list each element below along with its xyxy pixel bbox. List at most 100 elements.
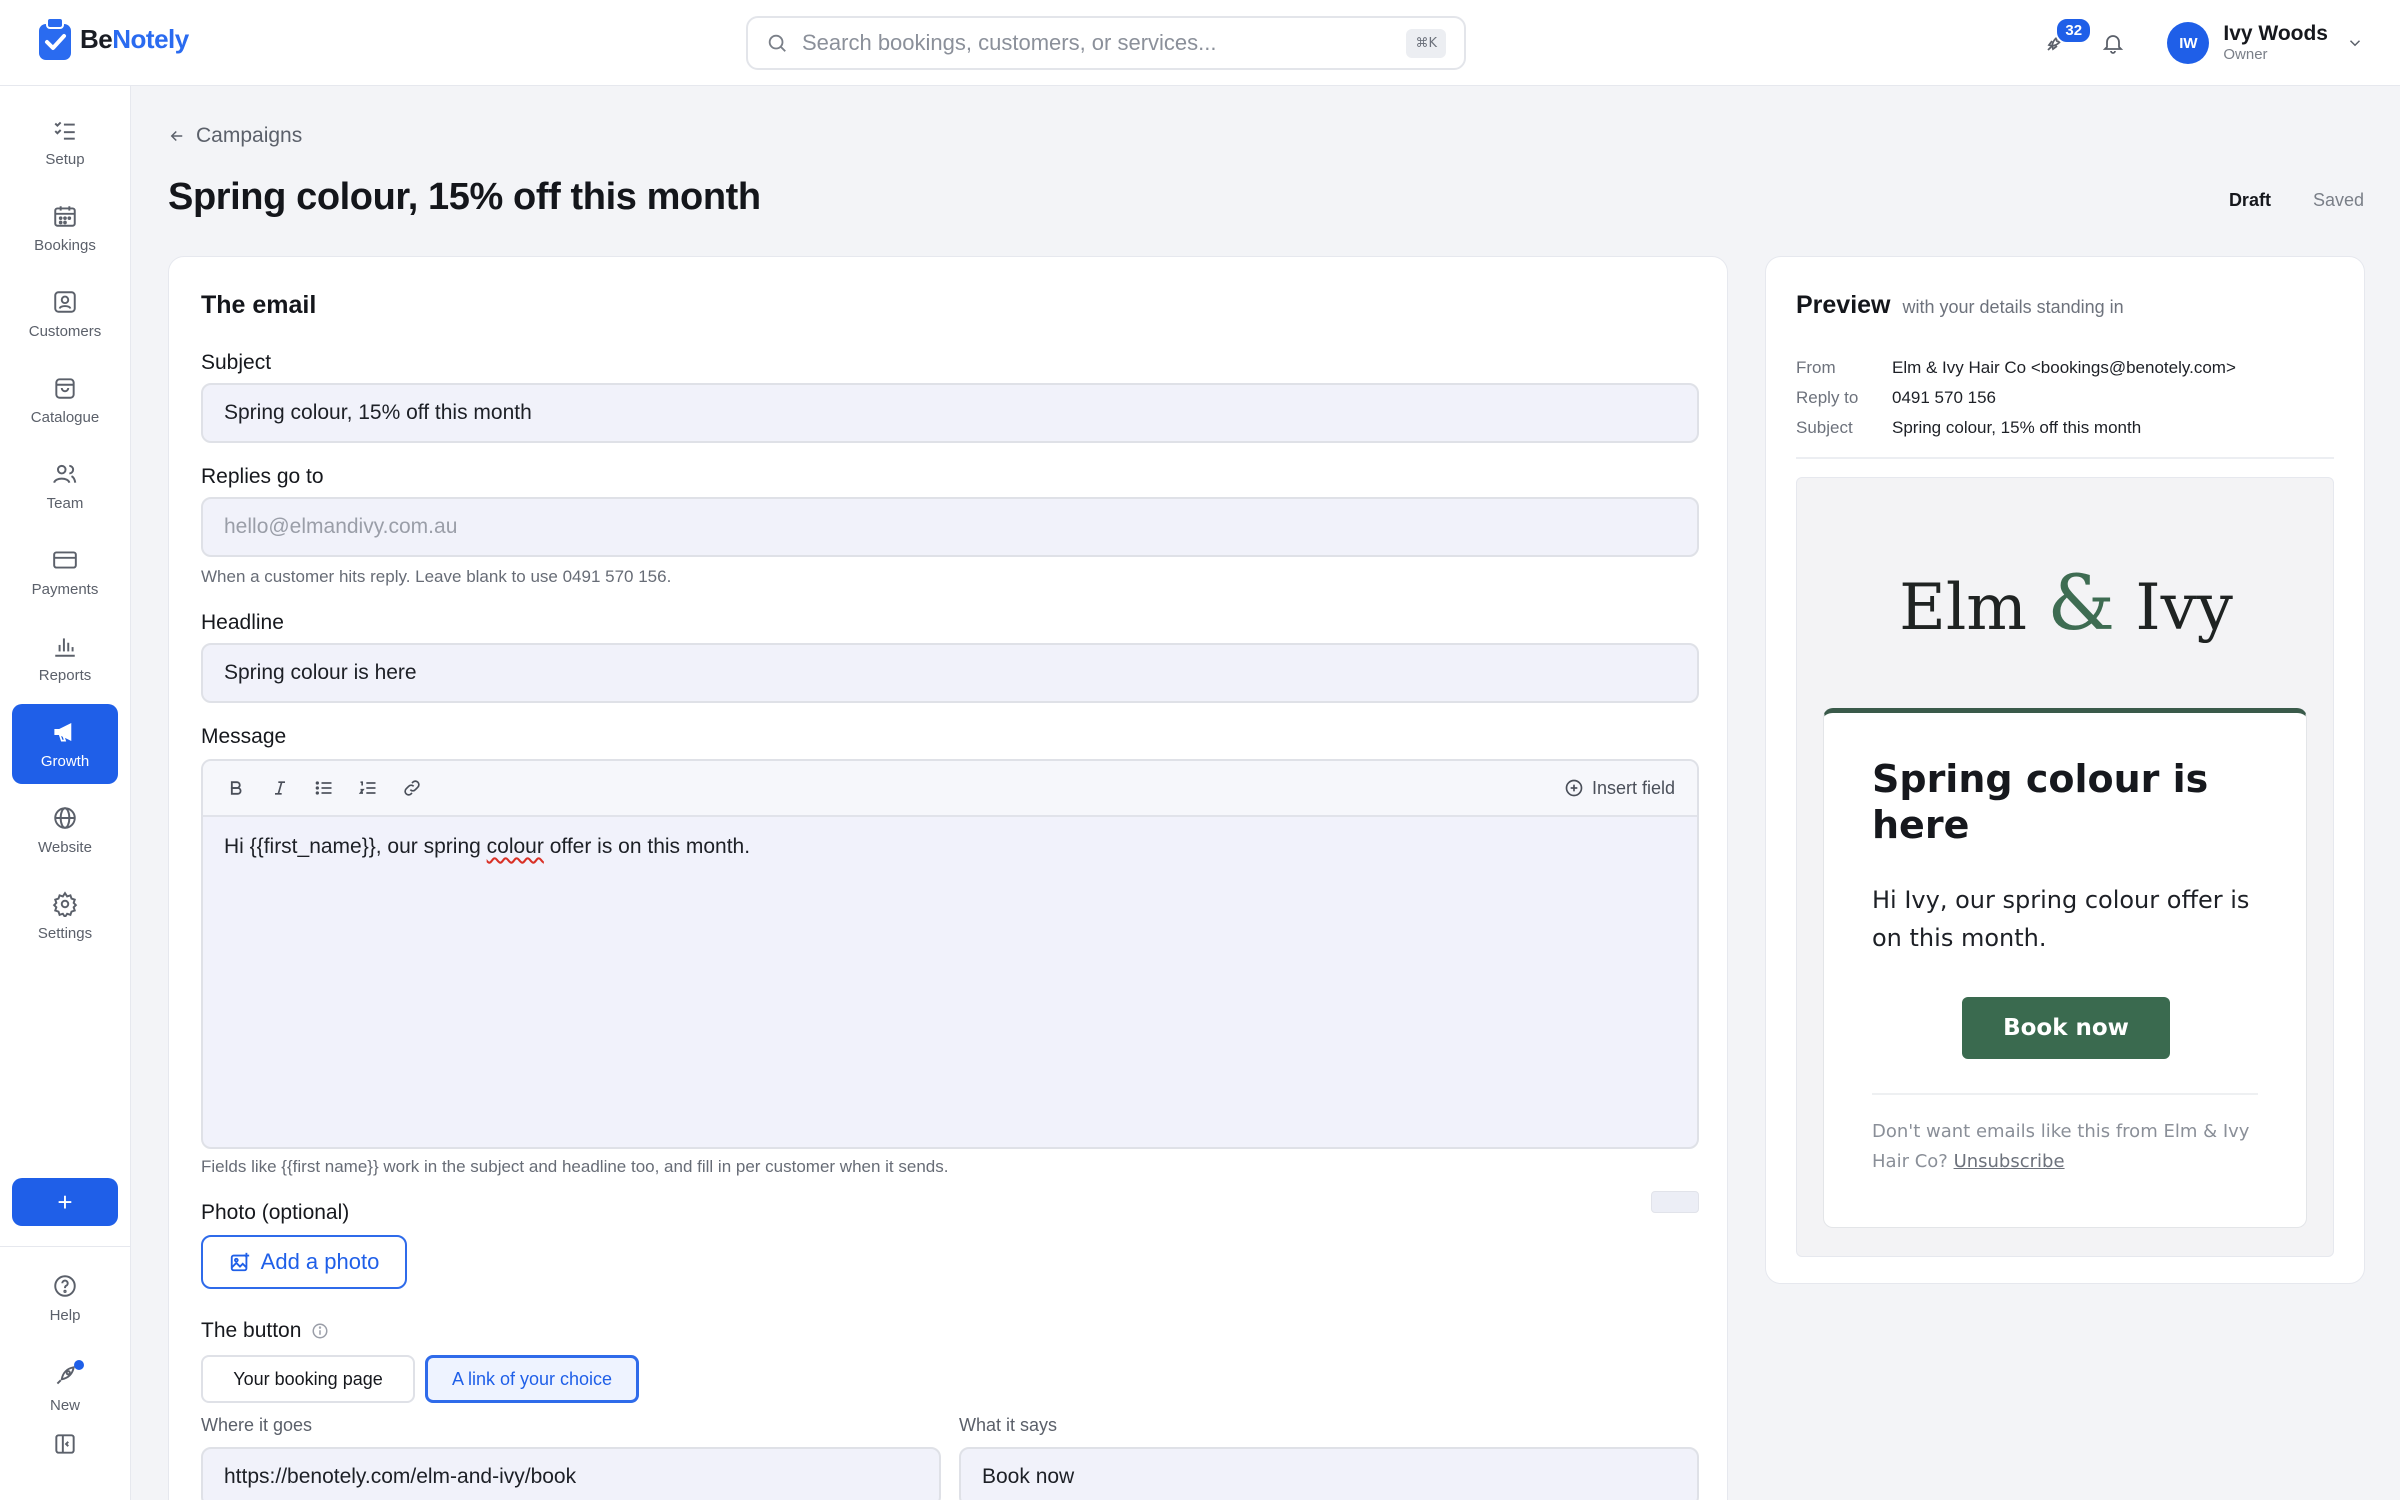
bullet-list-icon[interactable]	[313, 777, 335, 799]
user-role: Owner	[2223, 46, 2268, 64]
status-draft[interactable]: Draft	[2229, 190, 2271, 211]
preview-title: Preview	[1796, 291, 1891, 319]
unsubscribe-link[interactable]: Unsubscribe	[1954, 1151, 2065, 1172]
whats-new-button[interactable]: 32	[2033, 17, 2093, 65]
status-tabs: Draft Saved	[2229, 190, 2364, 211]
sidebar-item-settings[interactable]: Settings	[12, 876, 118, 956]
add-photo-button[interactable]: Add a photo	[201, 1235, 407, 1289]
sidebar-item-label: Help	[49, 1306, 81, 1324]
sidebar-item-bookings[interactable]: Bookings	[12, 188, 118, 268]
button-option-booking-page[interactable]: Your booking page	[201, 1355, 415, 1403]
shopping-bag-icon	[55, 377, 75, 399]
button-option-custom-link[interactable]: A link of your choice	[425, 1355, 639, 1403]
search-shortcut: ⌘K	[1406, 28, 1446, 58]
user-menu[interactable]: IW Ivy Woods Owner	[2167, 22, 2364, 64]
italic-icon[interactable]	[269, 777, 291, 799]
chevron-down-icon	[2349, 40, 2361, 47]
where-input[interactable]: https://benotely.com/elm-and-ivy/book	[201, 1447, 941, 1500]
resize-handle[interactable]	[1651, 1191, 1699, 1213]
sidebar-item-help[interactable]: Help	[12, 1258, 118, 1338]
sidebar-item-label: Bookings	[34, 236, 96, 254]
from-key: From	[1796, 358, 1836, 377]
gear-icon	[52, 890, 78, 917]
sidebar-item-reports[interactable]: Reports	[12, 618, 118, 698]
page-title: Spring colour, 15% off this month	[168, 176, 761, 218]
notifications-button[interactable]	[2091, 21, 2135, 65]
replies-input[interactable]: hello@elmandivy.com.au	[201, 497, 1699, 557]
sidebar-toggle-icon	[55, 1434, 75, 1454]
back-link-label: Campaigns	[196, 124, 303, 147]
email-preview-frame: Elm & Ivy Spring colour is here Hi Ivy, …	[1796, 477, 2334, 1257]
search-icon	[768, 34, 786, 52]
bell-icon	[2103, 35, 2124, 54]
credit-card-icon	[53, 550, 77, 569]
sidebar-item-payments[interactable]: Payments	[12, 532, 118, 612]
sidebar-item-label: Growth	[40, 752, 90, 770]
message-label: Message	[201, 725, 287, 748]
sidebar-item-customers[interactable]: Customers	[12, 274, 118, 354]
sidebar-item-label: New	[49, 1396, 80, 1414]
bold-icon[interactable]	[225, 777, 247, 799]
where-label: Where it goes	[201, 1415, 313, 1435]
sidebar-item-label: Catalogue	[30, 408, 100, 426]
avatar: IW	[2167, 22, 2210, 64]
preview-subtitle: with your details standing in	[1902, 297, 2124, 317]
megaphone-icon	[54, 722, 72, 742]
misspelled-word: colour	[486, 835, 544, 858]
sidebar-item-catalogue[interactable]: Catalogue	[12, 360, 118, 440]
email-cta-button[interactable]: Book now	[1962, 997, 2170, 1059]
numbered-list-icon[interactable]	[357, 777, 379, 799]
says-input[interactable]: Book now	[959, 1447, 1699, 1500]
status-saved: Saved	[2312, 190, 2364, 210]
back-link[interactable]: Campaigns	[168, 124, 302, 148]
subject-input[interactable]: Spring colour, 15% off this month	[201, 383, 1699, 443]
sidebar-item-website[interactable]: Website	[12, 790, 118, 870]
subject-value: Spring colour, 15% off this month	[1892, 418, 2142, 437]
headline-label: Headline	[201, 611, 284, 634]
sidebar-item-growth[interactable]: Growth	[12, 704, 118, 784]
sidebar-item-label: Payments	[31, 580, 99, 598]
headline-input[interactable]: Spring colour is here	[201, 643, 1699, 703]
insert-field-button[interactable]: Insert field	[1564, 778, 1675, 799]
info-icon[interactable]	[311, 1322, 329, 1340]
link-icon[interactable]	[401, 777, 423, 799]
calendar-icon	[54, 205, 76, 227]
reply-value: 0491 570 156	[1892, 388, 1996, 407]
fields-hint: Fields like {{first name}} work in the s…	[201, 1157, 949, 1176]
photo-label: Photo (optional)	[201, 1201, 350, 1224]
preview-panel: Preview with your details standing in Fr…	[1765, 256, 2365, 1284]
users-icon	[53, 464, 77, 483]
button-section-label: The button	[201, 1319, 302, 1342]
bar-chart-icon	[55, 637, 75, 657]
image-add-icon	[230, 1252, 249, 1272]
plus-circle-icon	[1565, 779, 1583, 797]
arrow-left-icon	[170, 130, 183, 142]
collapse-sidebar-button[interactable]	[12, 1416, 118, 1472]
message-text[interactable]: Hi {{first_name}}, our spring colour off…	[203, 817, 1697, 877]
sidebar-item-label: Settings	[37, 924, 93, 942]
reply-key: Reply to	[1796, 388, 1859, 407]
brand-name: BeNotely	[80, 23, 189, 54]
from-value: Elm & Ivy Hair Co <bookings@benotely.com…	[1892, 358, 2236, 377]
create-new-button[interactable]: +	[12, 1178, 118, 1226]
search-bar[interactable]: ⌘K	[746, 16, 1466, 70]
message-editor[interactable]: Insert field Hi {{first_name}}, our spri…	[201, 759, 1699, 1149]
sidebar-item-label: Customers	[28, 322, 102, 340]
subject-key: Subject	[1796, 418, 1853, 437]
sidebar-item-label: Setup	[45, 150, 85, 168]
preview-meta: From Elm & Ivy Hair Co <bookings@benotely…	[1796, 353, 2334, 459]
email-form-card: The email Subject Spring colour, 15% off…	[168, 256, 1728, 1500]
sidebar: Setup Bookings Customers Catalogue Team …	[0, 86, 131, 1500]
add-photo-label: Add a photo	[260, 1249, 380, 1274]
top-bar: BeNotely ⌘K 32 IW Ivy Woods Owner	[0, 0, 2400, 86]
help-icon	[54, 1274, 76, 1297]
brand[interactable]: BeNotely	[36, 16, 189, 62]
says-label: What it says	[959, 1415, 1058, 1435]
search-input[interactable]	[802, 30, 1407, 56]
sidebar-divider	[0, 1246, 131, 1247]
sidebar-item-team[interactable]: Team	[12, 446, 118, 526]
checklist-icon	[54, 121, 75, 140]
sidebar-item-setup[interactable]: Setup	[12, 102, 118, 182]
business-logo: Elm & Ivy	[1899, 558, 2233, 647]
new-indicator-dot	[74, 1360, 84, 1370]
